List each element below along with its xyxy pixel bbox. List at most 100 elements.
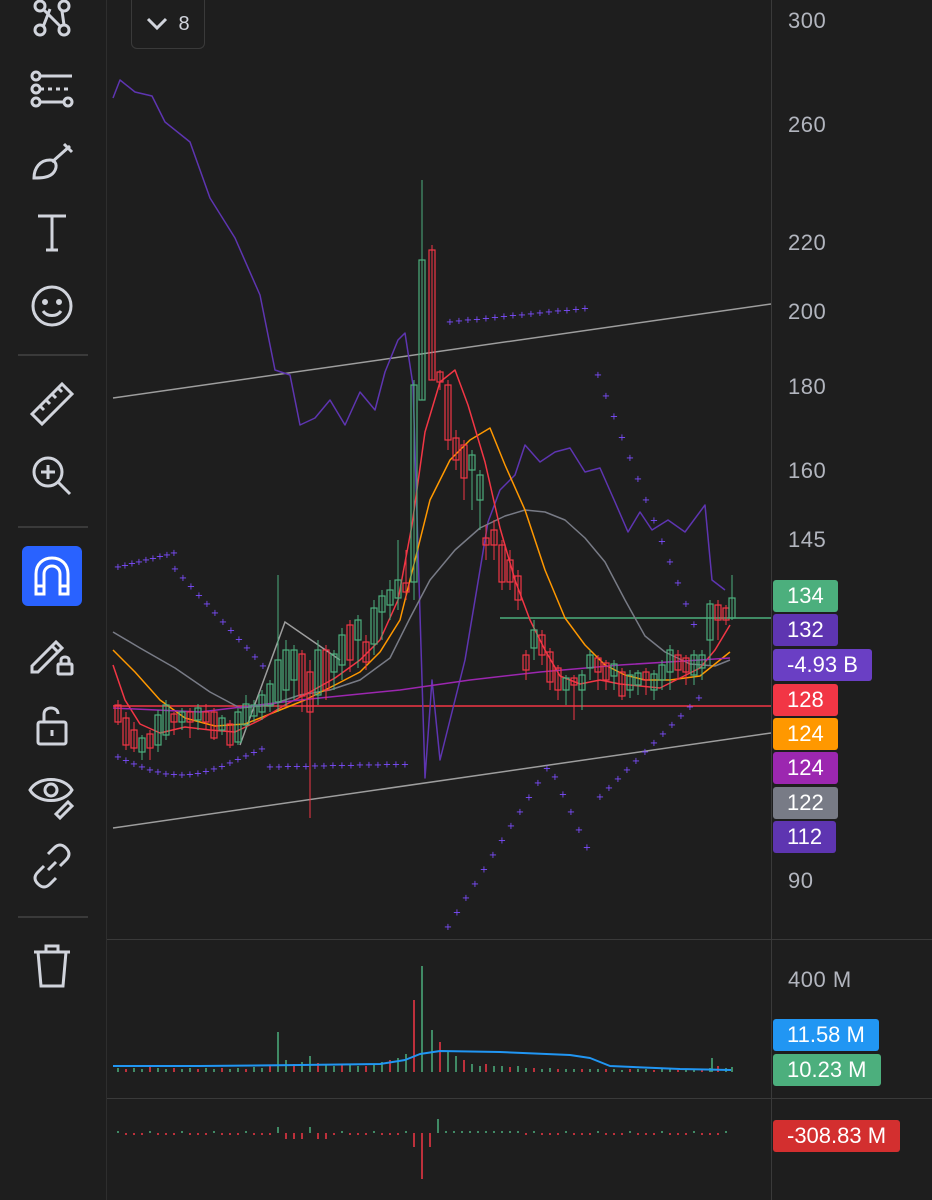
emoji-tool-button[interactable] bbox=[22, 276, 82, 336]
sar-dot: + bbox=[509, 311, 517, 322]
unlock-tool-button[interactable] bbox=[22, 696, 82, 756]
sar-dot: + bbox=[525, 792, 533, 803]
brush-tool-button[interactable] bbox=[22, 130, 82, 190]
lock-drawing-icon bbox=[30, 639, 74, 676]
sar-dot: + bbox=[666, 557, 674, 568]
sar-dot: + bbox=[491, 313, 499, 324]
sar-dot: + bbox=[455, 316, 463, 327]
price-chart-canvas[interactable]: ++++++++++++++++++++++ + + + + + + + + + + + + + + + + + +… bbox=[107, 0, 771, 1200]
sar-dot: + bbox=[610, 412, 618, 423]
sar-dot: + bbox=[473, 314, 481, 325]
last-price-badge: 134 bbox=[773, 580, 838, 612]
sar-dot: + bbox=[618, 432, 626, 443]
sar-dot: + bbox=[365, 760, 373, 771]
volume-axis-tick: 400 M bbox=[788, 967, 852, 992]
text-tool-button[interactable] bbox=[22, 202, 82, 262]
sar-dot: + bbox=[401, 759, 409, 770]
sar-dot: + bbox=[658, 536, 666, 547]
sar-dot: + bbox=[518, 310, 526, 321]
sar-dot: + bbox=[516, 807, 524, 818]
sar-dot: + bbox=[677, 711, 685, 722]
measure-lines-icon bbox=[30, 70, 74, 108]
ruler-icon bbox=[29, 381, 75, 427]
ruler-tool-button[interactable] bbox=[22, 374, 82, 434]
sar-dot: + bbox=[383, 760, 391, 771]
sar-dot: + bbox=[464, 315, 472, 326]
sar-dot: + bbox=[489, 850, 497, 861]
link-tool-button[interactable] bbox=[22, 836, 82, 896]
sar-dot: + bbox=[581, 304, 589, 315]
sar-dot: + bbox=[668, 720, 676, 731]
sar-dot: + bbox=[498, 836, 506, 847]
toolbar-divider bbox=[18, 354, 88, 356]
sar-dot: + bbox=[170, 548, 178, 559]
sar-dot: + bbox=[554, 306, 562, 317]
sar-dot: + bbox=[572, 304, 580, 315]
ema-fast-badge: 128 bbox=[773, 684, 838, 716]
link-icon bbox=[33, 843, 71, 889]
trash-icon bbox=[34, 944, 70, 988]
sar-dot: + bbox=[536, 308, 544, 319]
measure-lines-tool-button[interactable] bbox=[22, 58, 82, 118]
sar-dot: + bbox=[500, 312, 508, 323]
axis-tick: 220 bbox=[788, 230, 827, 255]
brush-icon bbox=[32, 142, 74, 180]
chevron-down-icon bbox=[147, 17, 168, 31]
sar-dot: + bbox=[320, 761, 328, 772]
eye-icon bbox=[28, 778, 75, 820]
magnet-tool-button[interactable] bbox=[22, 546, 82, 606]
axis-tick: 90 bbox=[788, 868, 814, 893]
lock-drawing-tool-button[interactable] bbox=[22, 622, 82, 682]
sar-dot: + bbox=[682, 599, 690, 610]
axis-tick: 300 bbox=[788, 8, 827, 33]
sar-dot: + bbox=[551, 772, 559, 783]
sar-dot: + bbox=[329, 761, 337, 772]
trash-tool-button[interactable] bbox=[22, 936, 82, 996]
sar-dot: + bbox=[444, 922, 452, 933]
sar-dot: + bbox=[275, 762, 283, 773]
sar-dot: + bbox=[686, 702, 694, 713]
sar-dot: + bbox=[293, 761, 301, 772]
pattern-tool-button[interactable] bbox=[22, 0, 82, 48]
sar-dot: + bbox=[626, 453, 634, 464]
sar-dot: + bbox=[674, 578, 682, 589]
oscillator-line bbox=[112, 79, 726, 779]
sar-dot: + bbox=[462, 893, 470, 904]
sar-dot: + bbox=[545, 307, 553, 318]
sar-dot: + bbox=[258, 744, 266, 755]
zoom-in-icon bbox=[32, 456, 72, 496]
sar-dot: + bbox=[632, 756, 640, 767]
pattern-icon bbox=[33, 0, 71, 37]
volume-ma-badge: 11.58 M bbox=[773, 1019, 879, 1051]
axis-tick: 160 bbox=[788, 458, 827, 483]
sar-dot: + bbox=[284, 762, 292, 773]
indicators-toggle-button[interactable]: 8 bbox=[131, 0, 205, 49]
price-axis[interactable]: 300 260 220 200 180 160 145 90 134 132 -… bbox=[771, 0, 932, 1200]
sar-dot: + bbox=[392, 759, 400, 770]
unlock-icon bbox=[36, 706, 68, 746]
sar-dot: + bbox=[563, 305, 571, 316]
eye-tool-button[interactable] bbox=[22, 764, 82, 824]
sar-dot: + bbox=[567, 807, 575, 818]
obv-badge: -4.93 B bbox=[773, 649, 872, 681]
toolbar-divider bbox=[18, 526, 88, 528]
sar-dot: + bbox=[534, 778, 542, 789]
sar-dot: + bbox=[374, 760, 382, 771]
magnet-icon bbox=[34, 556, 70, 596]
sar-dot: + bbox=[634, 474, 642, 485]
sar-dot: + bbox=[311, 761, 319, 772]
emoji-icon bbox=[31, 285, 73, 327]
sar-dot: + bbox=[650, 516, 658, 527]
trendline-upper bbox=[112, 303, 771, 399]
sar-dot: + bbox=[471, 879, 479, 890]
sar-dot: + bbox=[347, 760, 355, 771]
sar-dot: + bbox=[623, 765, 631, 776]
sar-dot: + bbox=[583, 842, 591, 853]
drawing-toolbar bbox=[0, 0, 107, 1200]
sar-dot: + bbox=[507, 821, 515, 832]
toolbar-divider bbox=[18, 916, 88, 918]
trendline-lower bbox=[112, 732, 771, 829]
sar-dot: + bbox=[602, 391, 610, 402]
sar-dot: + bbox=[527, 309, 535, 320]
zoom-in-tool-button[interactable] bbox=[22, 446, 82, 506]
